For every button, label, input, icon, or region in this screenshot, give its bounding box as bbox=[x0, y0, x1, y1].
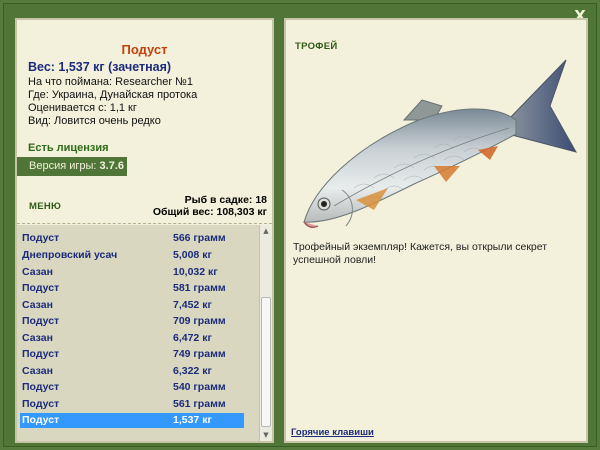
list-item[interactable]: Подуст 566 грамм bbox=[20, 231, 244, 246]
catch-name: Сазан bbox=[22, 365, 53, 377]
version-value: 3.7.6 bbox=[99, 160, 124, 172]
catch-weight: 540 грамм bbox=[173, 381, 226, 393]
fish-location: Где: Украина, Дунайская протока bbox=[28, 89, 198, 101]
catch-weight: 7,452 кг bbox=[173, 299, 212, 311]
fish-image bbox=[303, 59, 578, 229]
catch-weight: 566 грамм bbox=[173, 232, 226, 244]
scroll-up-arrow-icon[interactable]: ▲ bbox=[260, 225, 272, 237]
catch-weight: 1,537 кг bbox=[173, 414, 212, 426]
list-item[interactable]: Сазан 10,032 кг bbox=[20, 265, 244, 280]
fish-value: Оценивается с: 1,1 кг bbox=[28, 102, 137, 114]
trophy-description: Трофейный экземпляр! Кажется, вы открыли… bbox=[293, 241, 548, 266]
list-item[interactable]: Сазан 7,452 кг bbox=[20, 298, 244, 313]
list-item[interactable]: Сазан 6,322 кг bbox=[20, 364, 244, 379]
catch-name: Подуст bbox=[22, 282, 60, 294]
game-window: X Подуст Вес: 1,537 кг (зачетная) На что… bbox=[3, 3, 597, 447]
list-item[interactable]: Подуст 709 грамм bbox=[20, 314, 244, 329]
fish-name-title: Подуст bbox=[121, 42, 168, 57]
catch-name: Подуст bbox=[22, 414, 60, 426]
list-item[interactable]: Подуст 540 грамм bbox=[20, 380, 244, 395]
catch-name: Подуст bbox=[22, 398, 60, 410]
list-item[interactable]: Подуст 561 грамм bbox=[20, 397, 244, 412]
fish-kind: Вид: Ловится очень редко bbox=[28, 115, 161, 127]
list-item[interactable]: Подуст 581 грамм bbox=[20, 281, 244, 296]
catch-list[interactable]: Подуст 566 грамм Днепровский усач 5,008 … bbox=[17, 225, 272, 441]
list-item[interactable]: Сазан 6,472 кг bbox=[20, 331, 244, 346]
fish-count: Рыб в садке: 18 bbox=[184, 194, 267, 206]
catch-weight: 10,032 кг bbox=[173, 266, 218, 278]
catch-weight: 6,472 кг bbox=[173, 332, 212, 344]
catch-name: Подуст bbox=[22, 232, 60, 244]
version-label: Версия игры: bbox=[29, 160, 97, 172]
catch-name: Подуст bbox=[22, 381, 60, 393]
catch-weight: 6,322 кг bbox=[173, 365, 212, 377]
catch-name: Сазан bbox=[22, 299, 53, 311]
scrollbar-thumb[interactable] bbox=[261, 297, 271, 427]
fish-weight: Вес: 1,537 кг (зачетная) bbox=[28, 60, 172, 74]
fish-info-panel: Подуст Вес: 1,537 кг (зачетная) На что п… bbox=[15, 18, 274, 443]
trophy-panel: ТРОФЕЙ Трофейный экземпляр! Кажется, вы … bbox=[284, 18, 588, 443]
game-version-badge: Версия игры: 3.7.6 bbox=[17, 157, 127, 176]
license-status: Есть лицензия bbox=[28, 142, 109, 154]
catch-list-scrollbar[interactable]: ▲ ▼ bbox=[259, 225, 272, 441]
catch-weight: 749 грамм bbox=[173, 348, 226, 360]
catch-weight: 561 грамм bbox=[173, 398, 226, 410]
list-item-selected[interactable]: Подуст 1,537 кг bbox=[20, 413, 244, 428]
catch-name: Подуст bbox=[22, 348, 60, 360]
menu-button[interactable]: МЕНЮ bbox=[29, 201, 61, 212]
catch-weight: 581 грамм bbox=[173, 282, 226, 294]
scroll-down-arrow-icon[interactable]: ▼ bbox=[260, 429, 272, 441]
catch-weight: 5,008 кг bbox=[173, 249, 212, 261]
hotkeys-link[interactable]: Горячие клавиши bbox=[291, 427, 374, 438]
catch-name: Подуст bbox=[22, 315, 60, 327]
catch-name: Днепровский усач bbox=[22, 249, 118, 261]
divider bbox=[17, 223, 272, 224]
total-weight: Общий вес: 108,303 кг bbox=[152, 206, 267, 218]
catch-weight: 709 грамм bbox=[173, 315, 226, 327]
fish-bait: На что поймана: Researcher №1 bbox=[28, 76, 193, 88]
list-item[interactable]: Днепровский усач 5,008 кг bbox=[20, 248, 244, 263]
catch-name: Сазан bbox=[22, 332, 53, 344]
catch-name: Сазан bbox=[22, 266, 53, 278]
list-item[interactable]: Подуст 749 грамм bbox=[20, 347, 244, 362]
